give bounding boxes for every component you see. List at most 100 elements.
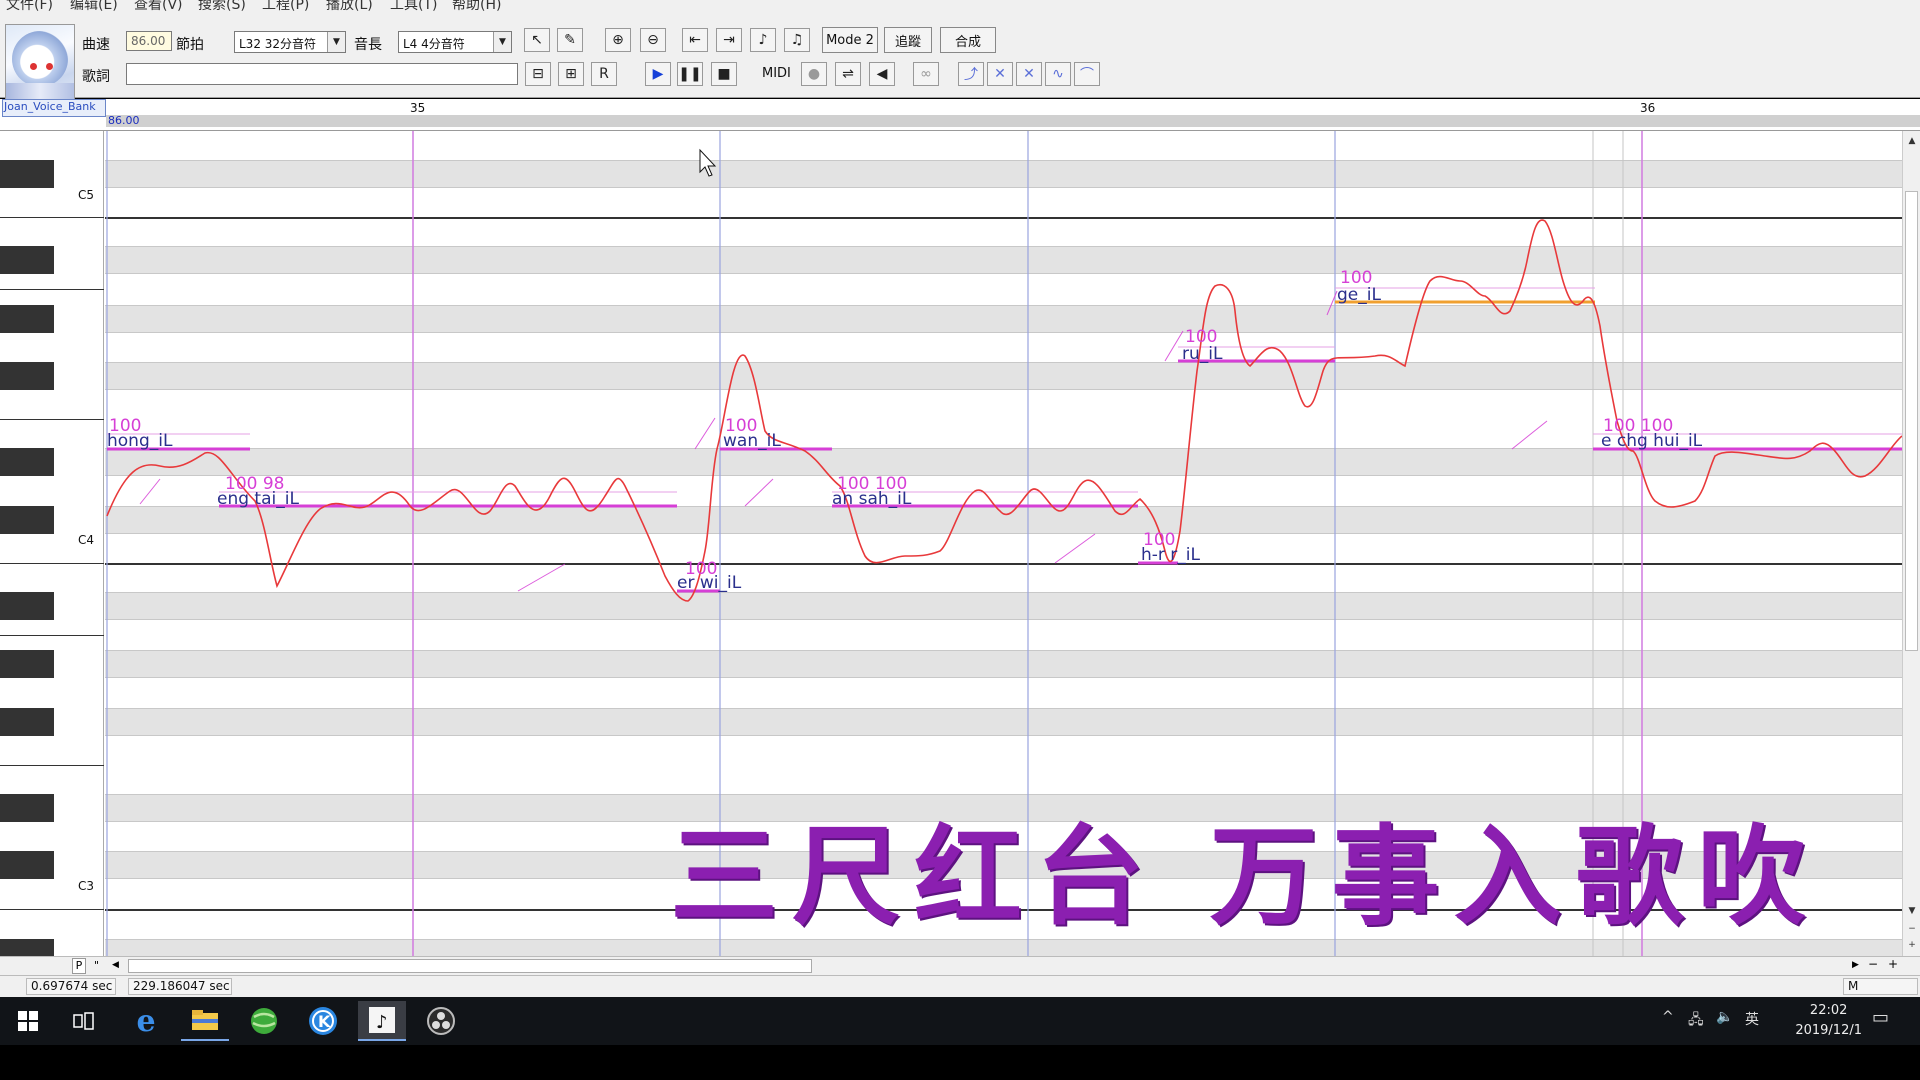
pause-icon[interactable]: ❚❚: [677, 62, 703, 86]
octave-label: C4: [78, 533, 95, 547]
tray-expand-icon[interactable]: ^: [1662, 1009, 1674, 1025]
note-lyric: hong_iL: [107, 431, 173, 451]
synthesize-button[interactable]: 合成: [940, 27, 996, 53]
timeline-ruler[interactable]: Joan_Voice_Bank 86.00 35 36: [0, 99, 1920, 131]
voicebank-avatar[interactable]: [5, 24, 75, 104]
black-key[interactable]: [0, 650, 54, 678]
piano-keyboard[interactable]: C5 C4 C3: [0, 131, 104, 956]
record-icon[interactable]: ●: [801, 62, 827, 86]
vertical-scrollbar[interactable]: ▲ ▼ − +: [1902, 131, 1920, 956]
mode-button[interactable]: Mode 2: [822, 27, 878, 53]
menu-view[interactable]: 查看(V): [134, 0, 183, 12]
black-key[interactable]: [0, 592, 54, 620]
menu-edit[interactable]: 编辑(E): [70, 0, 118, 12]
menu-help[interactable]: 帮助(H): [452, 0, 501, 12]
task-view-icon[interactable]: [60, 1001, 108, 1041]
scroll-down-icon[interactable]: ▼: [1903, 903, 1920, 919]
rest-icon[interactable]: R: [591, 62, 617, 86]
tempo-track[interactable]: [106, 115, 1920, 127]
zoom-out-icon[interactable]: ⊖: [640, 28, 666, 52]
black-key[interactable]: [0, 362, 54, 390]
wave-tool-icon[interactable]: ∿: [1045, 62, 1071, 86]
position-time: 0.697674 sec: [26, 978, 116, 995]
black-key[interactable]: [0, 305, 54, 333]
network-icon[interactable]: 🖧: [1688, 1009, 1704, 1033]
black-key[interactable]: [0, 708, 54, 736]
black-key[interactable]: [0, 246, 54, 274]
scroll-left-icon[interactable]: ◀: [112, 960, 119, 970]
select-tool-icon[interactable]: ↖: [524, 28, 550, 52]
zoom-plus-icon[interactable]: +: [1888, 957, 1898, 971]
black-key[interactable]: [0, 160, 54, 188]
menu-search[interactable]: 搜索(S): [198, 0, 246, 12]
k-app-icon[interactable]: K: [299, 1001, 347, 1041]
length-value: L4 4分音符: [403, 37, 465, 51]
next-note-icon[interactable]: ♫: [784, 28, 810, 52]
tempo-input[interactable]: 86.00: [126, 31, 172, 51]
edge-icon[interactable]: e: [122, 1001, 170, 1041]
black-key[interactable]: [0, 851, 54, 879]
svg-text:♪: ♪: [376, 1012, 388, 1033]
quote-icon[interactable]: ": [94, 959, 99, 972]
file-explorer-icon[interactable]: [181, 1001, 229, 1041]
insert-note-icon[interactable]: ⊟: [525, 62, 551, 86]
vertical-scroll-thumb[interactable]: [1905, 191, 1918, 651]
scroll-right-icon[interactable]: ▶: [1852, 960, 1859, 970]
black-key[interactable]: [0, 506, 54, 534]
zoom-minus-icon[interactable]: −: [1903, 921, 1920, 937]
stop-icon[interactable]: ■: [711, 62, 737, 86]
horizontal-scroll-thumb[interactable]: [128, 959, 812, 973]
horizontal-scrollbar[interactable]: P " ◀ ▶ − +: [0, 956, 1920, 975]
note-lyric: er wi_iL: [677, 573, 742, 593]
go-end-icon[interactable]: ⇥: [716, 28, 742, 52]
avatar-eye: [46, 63, 53, 70]
browser-icon[interactable]: [240, 1001, 288, 1041]
toolbar: 曲速 86.00 節拍 L32 32分音符 ▼ 音長 L4 4分音符 ▼ ↖ ✎…: [0, 12, 1920, 104]
menu-project[interactable]: 工程(P): [262, 0, 309, 12]
key-divider: [0, 909, 104, 910]
loop-icon[interactable]: ⇌: [835, 62, 861, 86]
menu-play[interactable]: 播放(L): [326, 0, 373, 12]
zoom-minus-icon[interactable]: −: [1868, 957, 1878, 971]
clock[interactable]: 22:02 2019/12/1: [1795, 1001, 1862, 1041]
black-key[interactable]: [0, 794, 54, 822]
mouse-cursor-icon: [699, 148, 717, 177]
portamento-line: [744, 478, 774, 507]
metronome-icon[interactable]: ∞: [913, 62, 939, 86]
menu-file[interactable]: 文件(F): [6, 0, 53, 12]
app-window: 文件(F) 编辑(E) 查看(V) 搜索(S) 工程(P) 播放(L) 工具(T…: [0, 0, 1920, 1080]
key-divider: [0, 635, 104, 636]
track-name[interactable]: Joan_Voice_Bank: [2, 99, 106, 117]
obs-icon[interactable]: [417, 1001, 465, 1041]
utau-app-icon[interactable]: ♪: [358, 1001, 406, 1041]
octave-label: C3: [78, 879, 95, 893]
vibrato-tool-icon[interactable]: ✕: [1016, 62, 1042, 86]
play-icon[interactable]: ▶: [645, 62, 671, 86]
note-lyric: eng tai_iL: [217, 489, 299, 509]
pitch-tool-icon[interactable]: ⤴: [958, 62, 984, 86]
windows-start-icon[interactable]: [4, 1001, 52, 1041]
go-start-icon[interactable]: ⇤: [682, 28, 708, 52]
speaker-icon[interactable]: ◀: [869, 62, 895, 86]
scroll-up-icon[interactable]: ▲: [1903, 133, 1920, 149]
black-key[interactable]: [0, 448, 54, 476]
prev-note-icon[interactable]: ♪: [750, 28, 776, 52]
svg-text:K: K: [318, 1012, 331, 1031]
pencil-tool-icon[interactable]: ✎: [557, 28, 583, 52]
notifications-icon[interactable]: ▭: [1872, 1007, 1889, 1028]
lyric-input[interactable]: [126, 63, 518, 85]
length-select[interactable]: L4 4分音符 ▼: [398, 31, 512, 53]
delete-note-icon[interactable]: ⊞: [558, 62, 584, 86]
quantize-select[interactable]: L32 32分音符 ▼: [234, 31, 346, 53]
volume-icon[interactable]: 🔈: [1716, 1009, 1733, 1025]
portamento-icon[interactable]: ✕: [987, 62, 1013, 86]
p-button[interactable]: P: [72, 958, 86, 974]
pitch-curve: [106, 219, 1902, 602]
zoom-in-icon[interactable]: ⊕: [605, 28, 631, 52]
menu-tools[interactable]: 工具(T): [390, 0, 437, 12]
ime-indicator[interactable]: 英: [1745, 1009, 1759, 1029]
follow-button[interactable]: 追蹤: [884, 27, 932, 53]
zoom-plus-icon[interactable]: +: [1903, 937, 1920, 953]
envelope-tool-icon[interactable]: ⌒: [1074, 62, 1100, 86]
black-key[interactable]: [0, 939, 54, 956]
